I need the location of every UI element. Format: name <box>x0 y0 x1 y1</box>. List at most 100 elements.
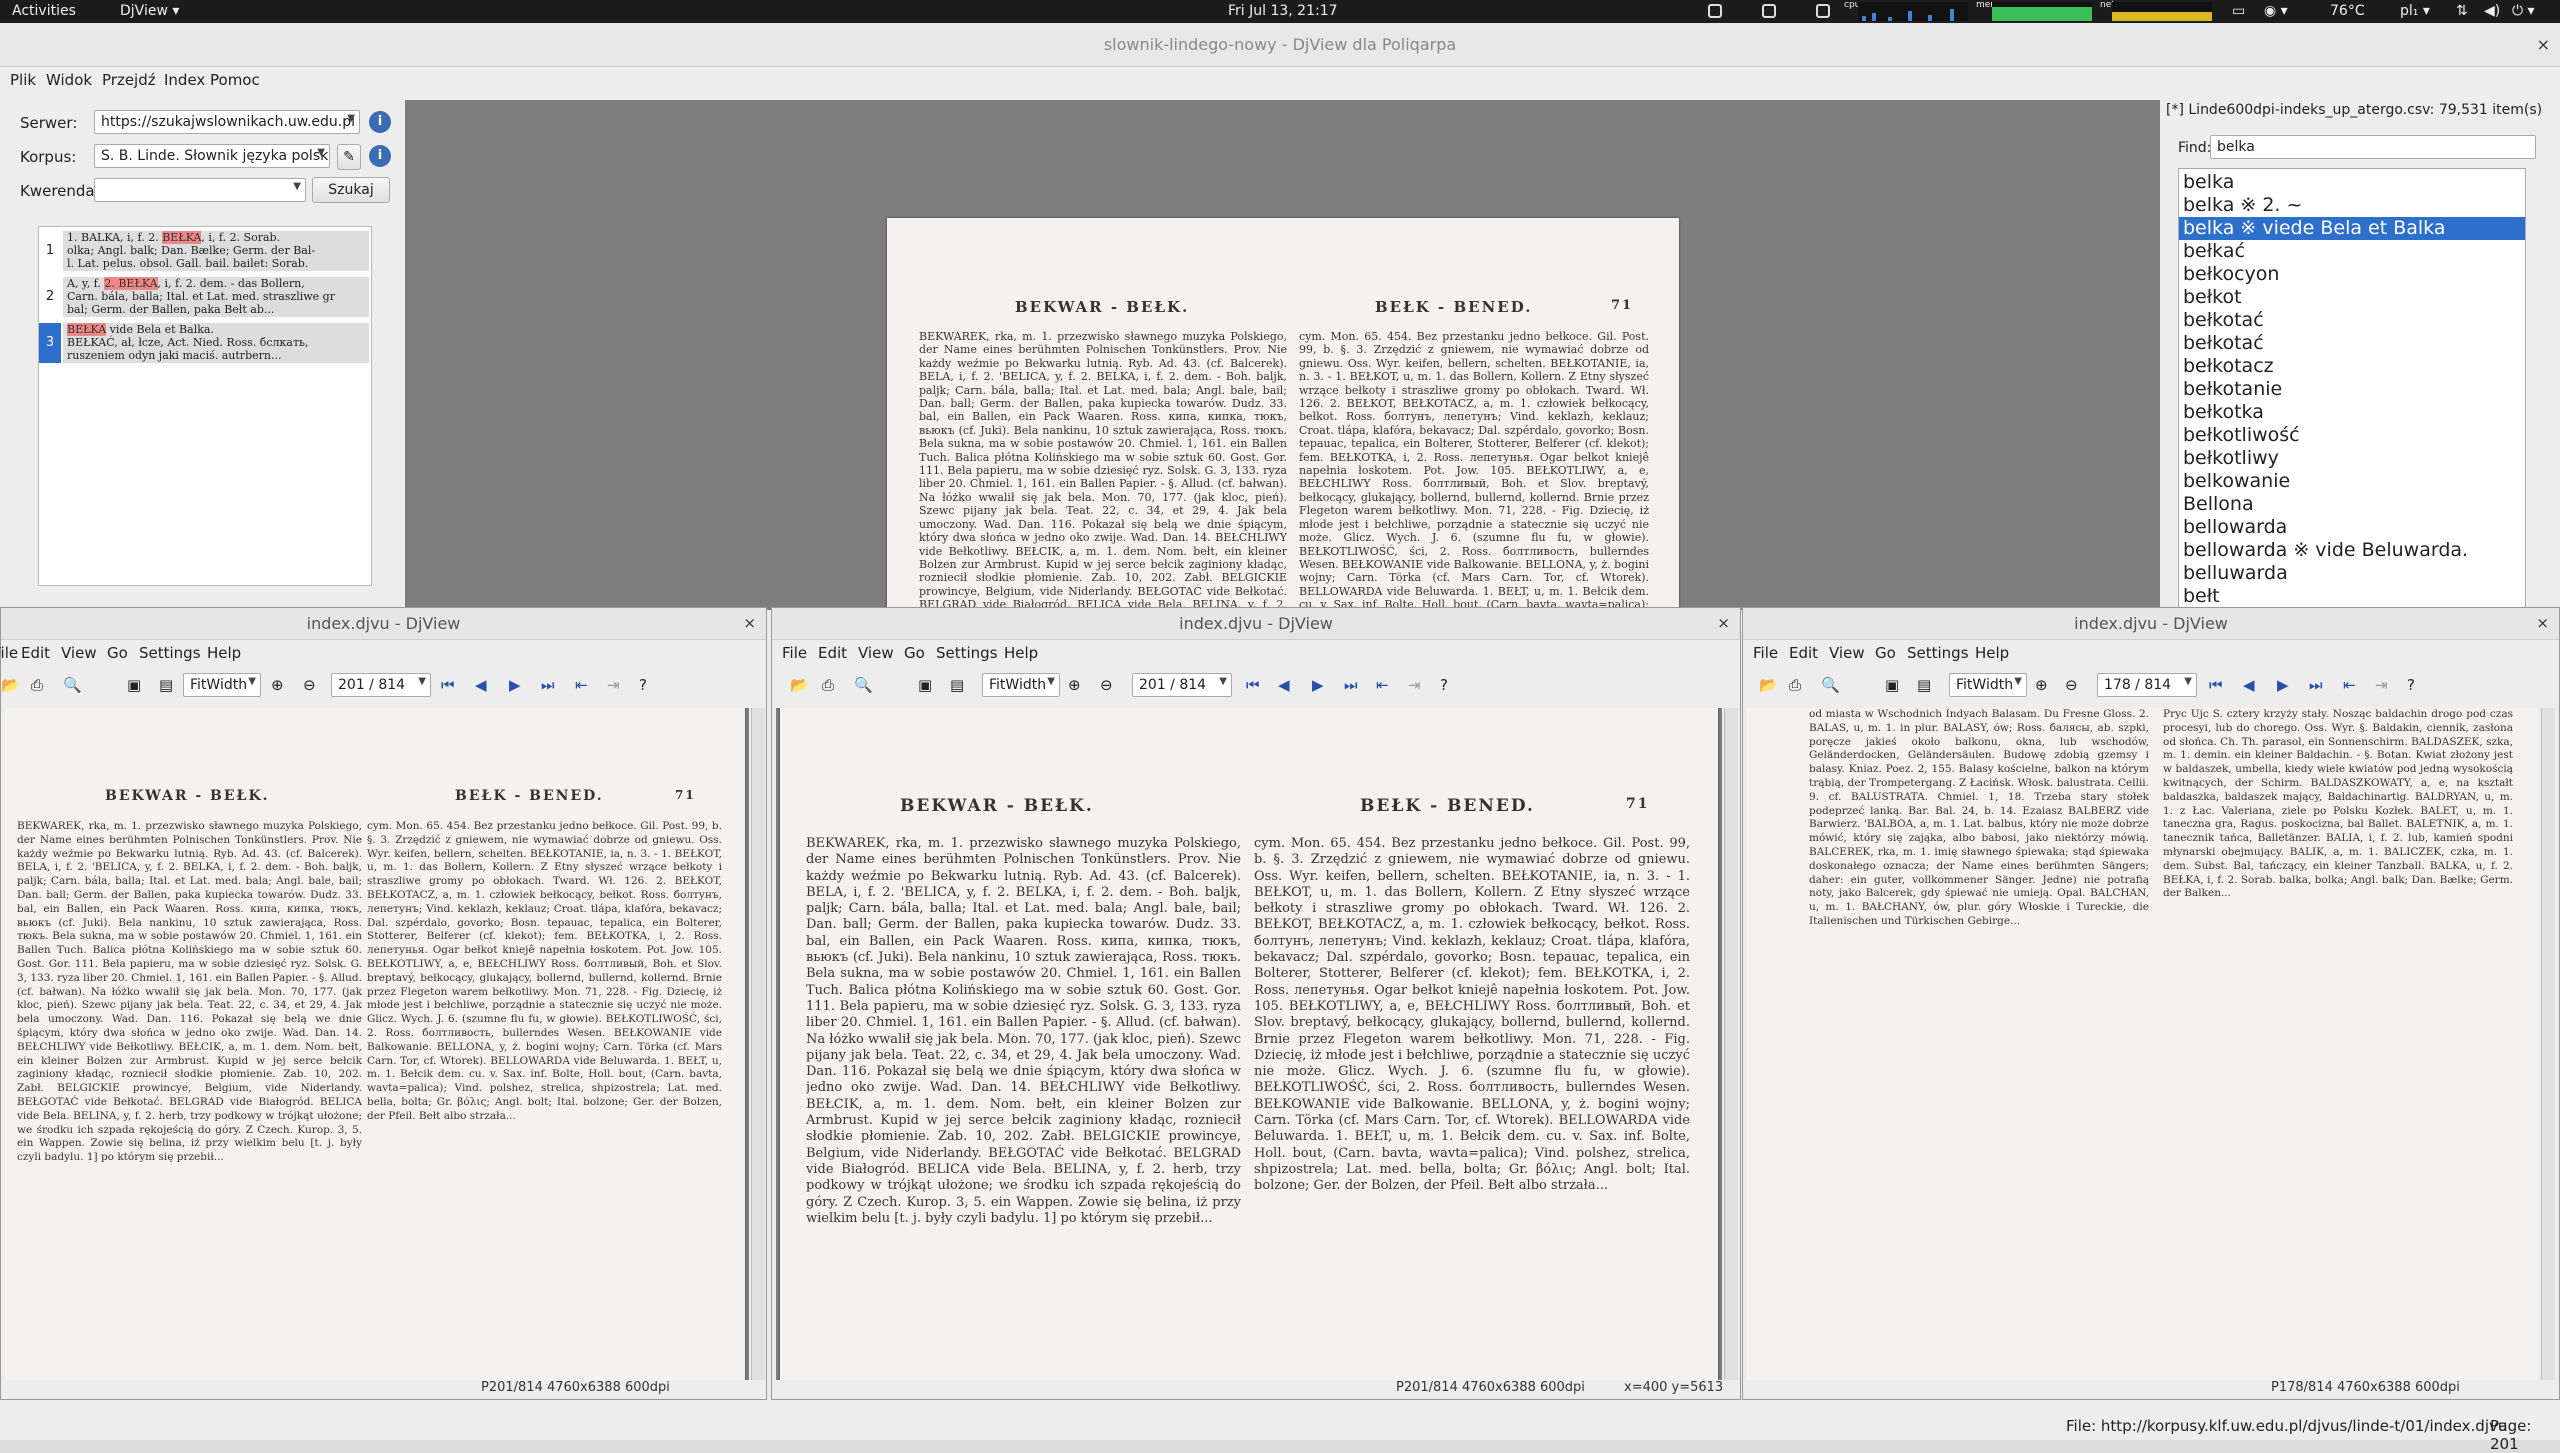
prev-page-icon[interactable]: ◀ <box>2243 676 2261 694</box>
menu-help[interactable]: Help <box>207 644 241 662</box>
word-list-item[interactable]: bełkotliwość <box>2179 424 2525 447</box>
power-icon[interactable]: ⏻ ▾ <box>2512 3 2535 19</box>
result-snippet[interactable]: BEŁKA vide Bela et Balka. BEŁKAĆ, ał, łc… <box>63 323 369 363</box>
menu-plik[interactable]: Plik <box>10 71 36 89</box>
menu-help[interactable]: Help <box>1004 644 1038 662</box>
menu-go[interactable]: Go <box>904 644 925 662</box>
page-view[interactable]: BEKWAR - BEŁK. BEŁK - BENED. 71 BEKWAREK… <box>5 708 749 1380</box>
close-icon[interactable]: × <box>1717 614 1730 632</box>
zoom-out-icon[interactable]: ⊖ <box>1100 676 1118 694</box>
prev-page-icon[interactable]: ◀ <box>1278 676 1296 694</box>
menu-view[interactable]: View <box>858 644 894 662</box>
back-icon[interactable]: ⇤ <box>575 676 593 694</box>
word-list-item[interactable]: bełkocyon <box>2179 263 2525 286</box>
next-page-icon[interactable]: ▶ <box>2277 676 2295 694</box>
whats-this-icon[interactable]: ? <box>639 676 657 694</box>
first-page-icon[interactable]: ⏮ <box>2209 676 2227 694</box>
open-icon[interactable]: 📂 <box>1 676 20 694</box>
page-view[interactable]: BEKWAR - BEŁK. BEŁK - BENED. 71 BEKWAREK… <box>776 708 1722 1380</box>
menu-view[interactable]: View <box>61 644 97 662</box>
word-list-item[interactable]: bełkotacz <box>2179 355 2525 378</box>
word-list-item[interactable]: bełkotać <box>2179 309 2525 332</box>
menu-przejdz[interactable]: Przejdź <box>102 71 156 89</box>
server-info-icon[interactable]: i <box>369 111 391 133</box>
index-word-list[interactable]: belka belka ※ 2. ~ belka ※ viede Bela et B… <box>2178 168 2526 608</box>
whats-this-icon[interactable]: ? <box>2407 676 2425 694</box>
select-icon[interactable]: ▣ <box>127 676 145 694</box>
print-icon[interactable]: ⎙ <box>31 676 49 694</box>
zoom-combo[interactable]: FitWidth ▼ <box>1949 673 2027 697</box>
next-page-icon[interactable]: ▶ <box>1312 676 1330 694</box>
page-view[interactable]: od miasta w Wschodnich Indyach Balasam. … <box>1747 708 2537 1380</box>
open-icon[interactable]: 📂 <box>1759 676 1778 694</box>
window-icon[interactable] <box>1816 4 1830 18</box>
search-button[interactable]: Szukaj <box>312 177 390 203</box>
menu-edit[interactable]: Edit <box>1789 644 1818 662</box>
word-list-item[interactable]: bełkotliwy <box>2179 447 2525 470</box>
forward-icon[interactable]: ⇥ <box>607 676 625 694</box>
select-icon[interactable]: ▣ <box>1885 676 1903 694</box>
menu-settings[interactable]: Settings <box>936 644 998 662</box>
word-list-item[interactable]: belka <box>2179 171 2525 194</box>
camera-icon[interactable] <box>1708 4 1722 18</box>
vertical-scrollbar[interactable] <box>751 708 765 1380</box>
layout-icon[interactable]: ▤ <box>159 676 177 694</box>
result-item[interactable]: 2 A, y, f. 2. BEŁKA, i, f. 2. dem. - das… <box>39 277 373 323</box>
last-page-icon[interactable]: ⏭ <box>541 676 559 694</box>
page-field[interactable]: 178 / 814 ▼ <box>2097 673 2197 697</box>
back-icon[interactable]: ⇤ <box>2343 676 2361 694</box>
layout-icon[interactable]: ▤ <box>950 676 968 694</box>
result-snippet[interactable]: 1. BALKA, i, f. 2. BEŁKA, i, f. 2. Sorab… <box>63 231 369 271</box>
menu-file[interactable]: File <box>0 644 18 662</box>
word-list-item[interactable]: bellowarda <box>2179 516 2525 539</box>
print-icon[interactable]: ⎙ <box>822 676 840 694</box>
word-list-item[interactable]: belka ※ 2. ~ <box>2179 194 2525 217</box>
word-list-item[interactable]: belluwarda <box>2179 562 2525 585</box>
clock[interactable]: Fri Jul 13, 21:17 <box>1228 3 1338 19</box>
word-list-item[interactable]: bełkotać <box>2179 332 2525 355</box>
menu-edit[interactable]: Edit <box>818 644 847 662</box>
menu-index[interactable]: Index <box>164 71 205 89</box>
menu-go[interactable]: Go <box>107 644 128 662</box>
menu-edit[interactable]: Edit <box>21 644 50 662</box>
zoom-in-icon[interactable]: ⊕ <box>1068 676 1086 694</box>
word-list-item[interactable]: bełt <box>2179 585 2525 608</box>
keyboard-layout[interactable]: pl₁ ▾ <box>2400 3 2430 19</box>
find-icon[interactable]: 🔍 <box>1821 676 1840 694</box>
open-icon[interactable]: 📂 <box>790 676 809 694</box>
word-list-item-selected[interactable]: belka ※ viede Bela et Balka <box>2179 217 2525 240</box>
close-icon[interactable]: × <box>743 614 756 632</box>
activities-button[interactable]: Activities <box>12 3 76 19</box>
select-icon[interactable]: ▣ <box>918 676 936 694</box>
whats-this-icon[interactable]: ? <box>1440 676 1458 694</box>
monitor-icon[interactable]: ▭ <box>2232 3 2245 19</box>
first-page-icon[interactable]: ⏮ <box>1246 676 1264 694</box>
page-field[interactable]: 201 / 814 ▼ <box>331 673 431 697</box>
layout-icon[interactable]: ▤ <box>1917 676 1935 694</box>
zoom-combo[interactable]: FitWidth ▼ <box>183 673 261 697</box>
menu-help[interactable]: Help <box>1975 644 2009 662</box>
word-list-item[interactable]: bełkot <box>2179 286 2525 309</box>
result-item-selected[interactable]: 3 BEŁKA vide Bela et Balka. BEŁKAĆ, ał, … <box>39 323 373 369</box>
close-icon[interactable]: × <box>2536 614 2549 632</box>
word-list-item[interactable]: belkowanie <box>2179 470 2525 493</box>
menu-file[interactable]: File <box>1753 644 1778 662</box>
result-item[interactable]: 1 1. BALKA, i, f. 2. BEŁKA, i, f. 2. Sor… <box>39 231 373 277</box>
find-input[interactable]: belka <box>2210 135 2536 159</box>
zoom-combo[interactable]: FitWidth ▼ <box>982 673 1060 697</box>
next-page-icon[interactable]: ▶ <box>509 676 527 694</box>
zoom-in-icon[interactable]: ⊕ <box>2035 676 2053 694</box>
forward-icon[interactable]: ⇥ <box>2375 676 2393 694</box>
last-page-icon[interactable]: ⏭ <box>1344 676 1362 694</box>
prev-page-icon[interactable]: ◀ <box>475 676 493 694</box>
word-list-item[interactable]: bełkotanie <box>2179 378 2525 401</box>
menu-file[interactable]: File <box>782 644 807 662</box>
result-snippet[interactable]: A, y, f. 2. BEŁKA, i, f. 2. dem. - das B… <box>63 277 369 317</box>
edit-corpus-icon[interactable]: ✎ <box>337 144 361 170</box>
zoom-out-icon[interactable]: ⊖ <box>2065 676 2083 694</box>
app-menu-button[interactable]: DjView ▾ <box>120 3 179 19</box>
find-icon[interactable]: 🔍 <box>63 676 82 694</box>
word-list-item[interactable]: bellowarda ※ vide Beluwarda. <box>2179 539 2525 562</box>
menu-widok[interactable]: Widok <box>46 71 92 89</box>
find-icon[interactable]: 🔍 <box>854 676 873 694</box>
